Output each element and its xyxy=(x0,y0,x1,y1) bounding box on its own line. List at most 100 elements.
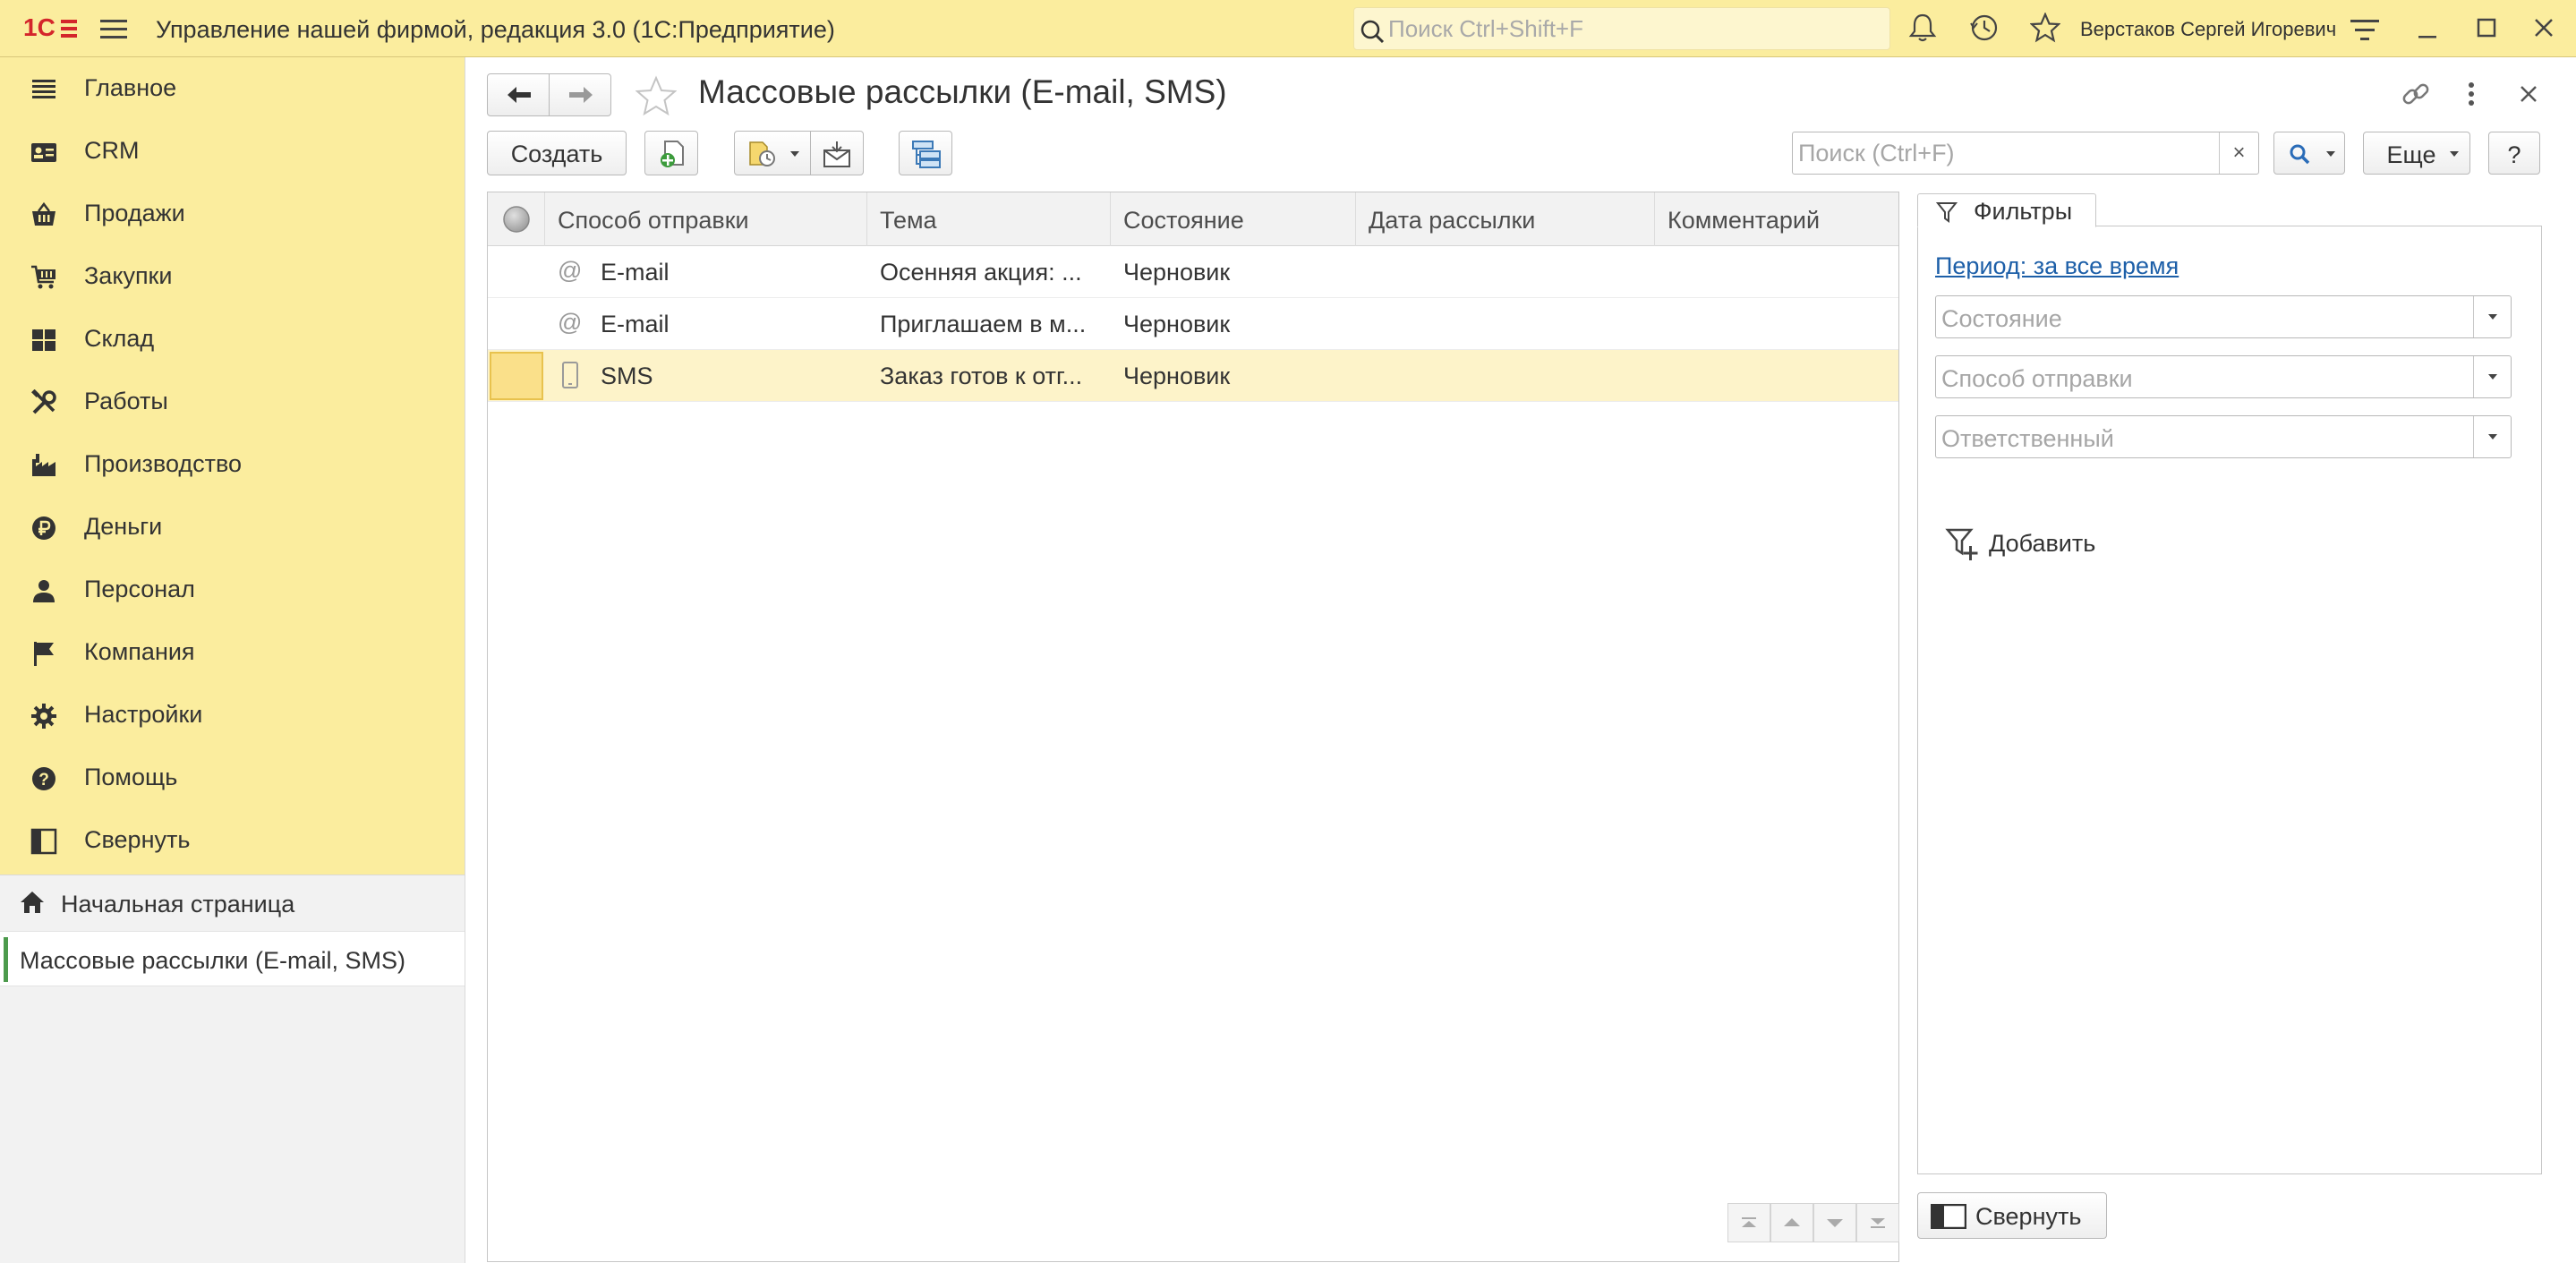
dropdown-arrow-icon[interactable] xyxy=(2473,296,2511,337)
open-window-mass-mailings[interactable]: Массовые рассылки (E-mail, SMS) xyxy=(0,931,465,986)
forward-button[interactable] xyxy=(549,73,611,116)
warehouse-grid-icon xyxy=(30,327,57,354)
section-works[interactable]: Работы xyxy=(0,371,465,433)
mailings-table[interactable]: Способ отправки Тема Состояние Дата расс… xyxy=(487,192,1899,1262)
envelope-send-icon xyxy=(822,140,852,173)
section-sales[interactable]: Продажи xyxy=(0,183,465,245)
section-personnel[interactable]: Персонал xyxy=(0,559,465,621)
add-copy-icon xyxy=(658,140,687,173)
section-help[interactable]: ? Помощь xyxy=(0,747,465,809)
close-window-icon[interactable] xyxy=(2533,16,2555,46)
add-filter-label: Добавить xyxy=(1989,530,2096,557)
phone-icon xyxy=(561,362,579,393)
section-production[interactable]: Производство xyxy=(0,433,465,496)
responsible-filter-select[interactable]: Ответственный xyxy=(1935,415,2512,458)
section-warehouse[interactable]: Склад xyxy=(0,308,465,371)
column-header-comment[interactable]: Комментарий xyxy=(1655,192,1898,246)
collapse-filters-button[interactable]: Свернуть xyxy=(1917,1192,2107,1239)
dropdown-arrow-icon[interactable] xyxy=(2473,416,2511,457)
menu-lines-icon xyxy=(30,76,57,103)
search-icon xyxy=(1360,19,1385,48)
create-button[interactable]: Создать xyxy=(487,131,627,175)
cell-status: Черновик xyxy=(1123,363,1231,389)
section-purchases[interactable]: Закупки xyxy=(0,245,465,308)
copy-document-button[interactable] xyxy=(644,131,698,175)
column-header-status[interactable]: Состояние xyxy=(1111,192,1356,246)
status-filter-select[interactable]: Состояние xyxy=(1935,295,2512,338)
current-user[interactable]: Верстаков Сергей Игоревич xyxy=(2080,18,2336,41)
history-icon[interactable] xyxy=(1969,13,2000,47)
minimize-icon[interactable] xyxy=(2417,16,2438,46)
clear-search-button[interactable]: × xyxy=(2219,132,2258,174)
table-row[interactable]: @ E-mail Приглашаем в м... Черновик xyxy=(488,298,1898,350)
maximize-icon[interactable] xyxy=(2476,16,2497,46)
gear-icon xyxy=(30,703,57,730)
help-icon: ? xyxy=(30,765,57,792)
scroll-last-button[interactable] xyxy=(1856,1203,1899,1242)
section-main[interactable]: Главное xyxy=(0,57,465,120)
list-search-input[interactable] xyxy=(1798,132,2210,174)
column-header-date[interactable]: Дата рассылки xyxy=(1356,192,1655,246)
main-menu-icon[interactable] xyxy=(100,18,127,44)
row-marker xyxy=(488,350,545,402)
home-page-tab[interactable]: Начальная страница xyxy=(0,875,465,931)
dropdown-arrow-icon[interactable] xyxy=(2473,356,2511,397)
factory-icon xyxy=(30,452,57,479)
cell-comment xyxy=(1655,350,1898,402)
create-button-label: Создать xyxy=(510,141,603,167)
structure-button[interactable] xyxy=(899,131,952,175)
send-mailing-button[interactable] xyxy=(810,131,864,175)
add-to-favorites-star-icon[interactable] xyxy=(635,75,678,121)
person-icon xyxy=(30,577,57,604)
window-titlebar: 1С Управление нашей фирмой, редакция 3.0… xyxy=(0,0,2576,57)
1c-logo-icon[interactable]: 1С xyxy=(23,13,79,46)
hierarchy-icon xyxy=(911,140,942,173)
column-header-subject[interactable]: Тема xyxy=(867,192,1111,246)
svg-text:?: ? xyxy=(38,771,49,789)
global-search-input[interactable] xyxy=(1388,8,1881,49)
section-crm[interactable]: CRM xyxy=(0,120,465,183)
help-button[interactable]: ? xyxy=(2488,132,2540,175)
section-label: CRM xyxy=(84,137,140,164)
help-button-label: ? xyxy=(2507,141,2521,168)
ruble-icon xyxy=(30,515,57,542)
scroll-up-button[interactable] xyxy=(1770,1203,1813,1242)
period-link[interactable]: Период: за все время xyxy=(1935,252,2179,280)
link-icon[interactable] xyxy=(2401,79,2431,114)
table-row-selected[interactable]: SMS Заказ готов к отг... Черновик xyxy=(488,350,1898,402)
search-options-button[interactable] xyxy=(2273,132,2345,175)
method-text: E-mail xyxy=(601,311,670,337)
section-label: Главное xyxy=(84,74,177,101)
section-settings[interactable]: Настройки xyxy=(0,684,465,747)
arrow-left-icon xyxy=(506,84,533,110)
back-button[interactable] xyxy=(487,73,550,116)
cell-subject: Приглашаем в м... xyxy=(880,311,1087,337)
bell-icon[interactable] xyxy=(1908,13,1937,47)
add-filter-button[interactable]: Добавить xyxy=(1944,525,2095,568)
collapse-panel-icon xyxy=(30,828,57,855)
settings-menu-icon[interactable] xyxy=(2350,18,2379,47)
cell-method: SMS xyxy=(545,350,867,402)
more-vertical-icon[interactable] xyxy=(2465,79,2478,114)
dropdown-arrow-icon xyxy=(790,151,799,157)
method-filter-placeholder: Способ отправки xyxy=(1941,365,2133,392)
method-text: SMS xyxy=(601,363,653,389)
filters-tab[interactable]: Фильтры xyxy=(1917,193,2096,227)
list-search[interactable]: × xyxy=(1792,132,2259,175)
section-collapse[interactable]: Свернуть xyxy=(0,809,465,872)
basket-icon xyxy=(30,201,57,228)
scroll-first-button[interactable] xyxy=(1727,1203,1770,1242)
column-header-method[interactable]: Способ отправки xyxy=(545,192,867,246)
scroll-down-button[interactable] xyxy=(1813,1203,1856,1242)
method-filter-select[interactable]: Способ отправки xyxy=(1935,355,2512,398)
favorites-star-icon[interactable] xyxy=(2029,12,2061,47)
close-form-icon[interactable] xyxy=(2517,82,2540,110)
create-based-on-button[interactable] xyxy=(734,131,811,175)
column-header-marker[interactable] xyxy=(488,192,545,246)
table-row[interactable]: @ E-mail Осенняя акция: ... Черновик xyxy=(488,246,1898,298)
more-actions-button[interactable]: Еще xyxy=(2363,132,2470,175)
column-header-label: Тема xyxy=(880,207,937,234)
section-money[interactable]: Деньги xyxy=(0,496,465,559)
global-search[interactable] xyxy=(1353,7,1890,50)
section-company[interactable]: Компания xyxy=(0,621,465,684)
